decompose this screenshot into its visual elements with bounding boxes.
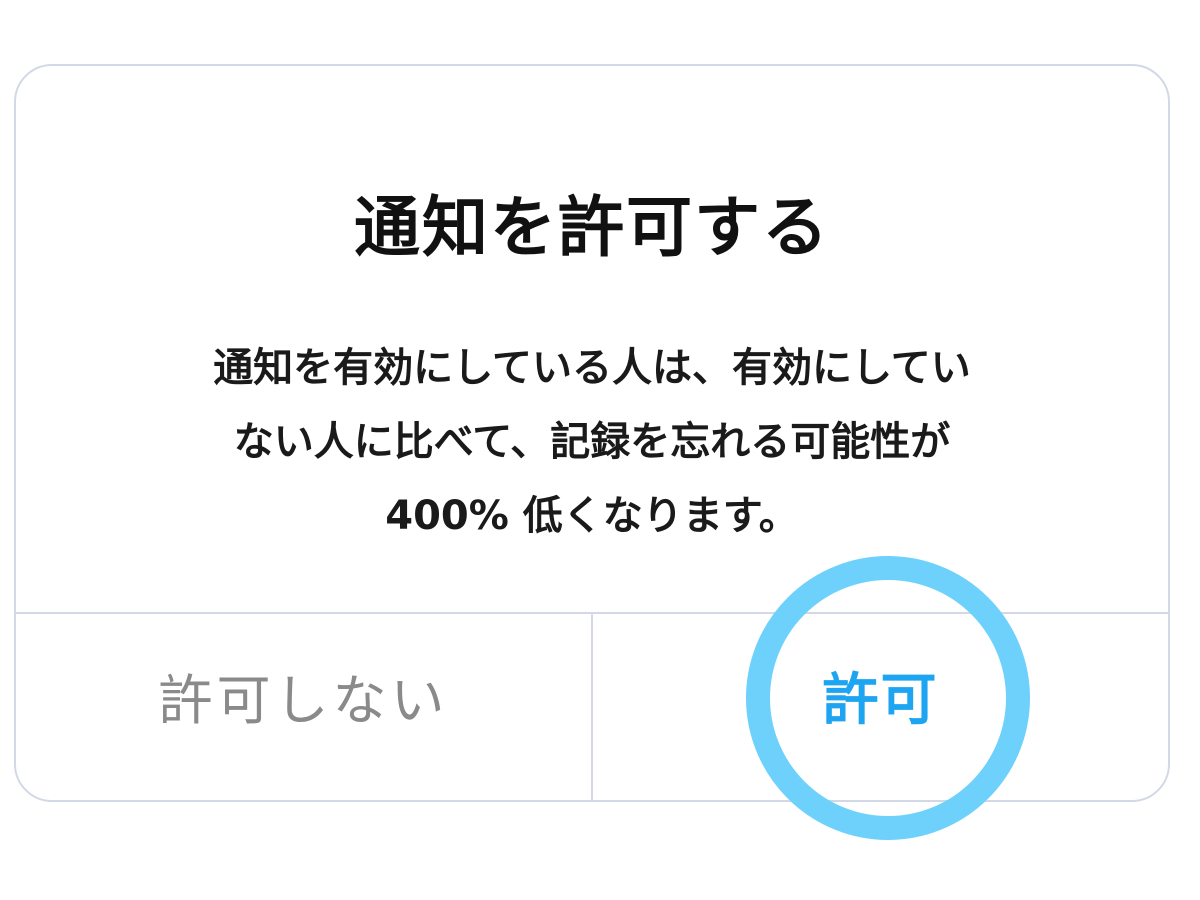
dialog-message: 通知を有効にしている人は、有効にしてい ない人に比べて、記録を忘れる可能性が 4… xyxy=(116,331,1068,553)
allow-button[interactable]: 許可 xyxy=(593,614,1168,800)
notification-permission-dialog: 通知を許可する 通知を有効にしている人は、有効にしてい ない人に比べて、記録を忘… xyxy=(14,64,1170,802)
deny-button[interactable]: 許可しない xyxy=(16,614,593,800)
dialog-message-line: ない人に比べて、記録を忘れる可能性が xyxy=(233,419,951,465)
dialog-message-line: 通知を有効にしている人は、有効にしてい xyxy=(213,345,971,391)
screen: 通知を許可する 通知を有効にしている人は、有効にしてい ない人に比べて、記録を忘… xyxy=(0,0,1200,900)
dialog-button-row: 許可しない 許可 xyxy=(16,612,1168,800)
dialog-title: 通知を許可する xyxy=(354,189,830,266)
dialog-message-line: 400% 低くなります。 xyxy=(385,493,799,539)
